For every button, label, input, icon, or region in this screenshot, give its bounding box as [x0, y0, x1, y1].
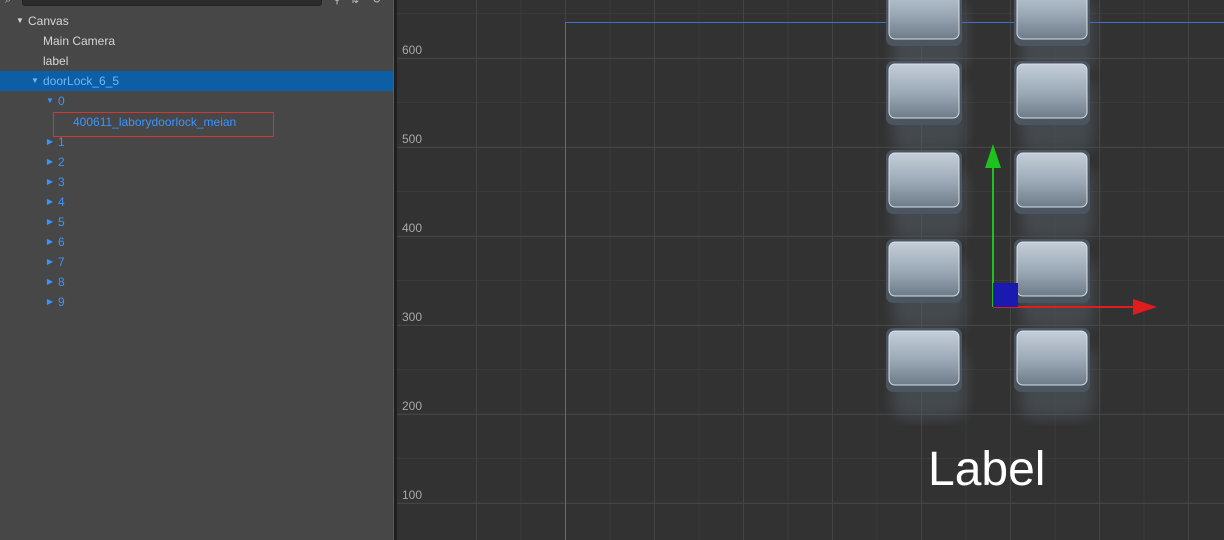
tree-item-label-node[interactable]: label [0, 51, 393, 71]
tree-item-9[interactable]: ▶ 9 [0, 292, 393, 312]
search-icon[interactable]: ⌕ [5, 0, 11, 6]
keypad-button-face [888, 241, 960, 297]
tree-item-label: 5 [58, 215, 65, 229]
tree-item-label: 8 [58, 275, 65, 289]
expand-arrow-icon[interactable]: ▼ [15, 11, 25, 31]
collapsed-arrow-icon[interactable]: ▶ [45, 132, 55, 152]
collapsed-arrow-icon[interactable]: ▶ [45, 152, 55, 172]
keypad-button-face [1016, 63, 1088, 119]
tree-item-label: 0 [58, 94, 65, 108]
ruler-label: 500 [402, 132, 423, 146]
tree-item-3[interactable]: ▶ 3 [0, 172, 393, 192]
search-icon[interactable]: ⚲ [333, 0, 341, 6]
tree-item-6[interactable]: ▶ 6 [0, 232, 393, 252]
collapsed-arrow-icon[interactable]: ▶ [45, 232, 55, 252]
gizmo-x-arrow-icon[interactable] [1133, 299, 1157, 315]
ruler-label: 400 [402, 221, 423, 235]
expand-arrow-icon[interactable]: ▼ [30, 71, 40, 91]
keypad-button-face [1016, 152, 1088, 208]
collapsed-arrow-icon[interactable]: ▶ [45, 252, 55, 272]
collapsed-arrow-icon[interactable]: ▶ [45, 272, 55, 292]
tree-item-2[interactable]: ▶ 2 [0, 152, 393, 172]
collapsed-arrow-icon[interactable]: ▶ [45, 172, 55, 192]
keypad-button-face [888, 63, 960, 119]
collapsed-arrow-icon[interactable]: ▶ [45, 212, 55, 232]
search-bar: ⌕ ⚲ ⇅ ↻ [0, 0, 393, 10]
tree-item-main-camera[interactable]: Main Camera [0, 31, 393, 51]
scene-view[interactable]: 600 500 400 300 200 100 [397, 0, 1224, 540]
ruler-label: 100 [402, 488, 423, 502]
tree-item-label: 3 [58, 175, 65, 189]
sort-icon[interactable]: ⇅ [350, 0, 359, 6]
collapsed-arrow-icon[interactable]: ▶ [45, 192, 55, 212]
tree-item-1[interactable]: ▶ 1 [0, 132, 393, 152]
search-input[interactable] [22, 0, 322, 6]
gizmo-center-handle[interactable] [993, 283, 1018, 307]
tree-item-label: 1 [58, 135, 65, 149]
refresh-icon[interactable]: ↻ [372, 0, 381, 6]
keypad-button-face [888, 152, 960, 208]
keypad-button-face [888, 330, 960, 386]
tree-item-label: 6 [58, 235, 65, 249]
tree-item-7[interactable]: ▶ 7 [0, 252, 393, 272]
tree-item-label: doorLock_6_5 [43, 74, 120, 88]
scene-label-node[interactable]: Label [928, 440, 1045, 500]
tree-item-doorlock[interactable]: ▼ doorLock_6_5 [0, 71, 393, 91]
expand-arrow-icon[interactable]: ▼ [45, 91, 55, 111]
tree-item-label: Main Camera [43, 34, 116, 48]
tree-item-label: label [43, 54, 69, 68]
tree-item-label: 9 [58, 295, 65, 309]
ruler-label: 300 [402, 310, 423, 324]
tree-item-label: Canvas [28, 14, 69, 28]
collapsed-arrow-icon[interactable]: ▶ [45, 292, 55, 312]
keypad-button-face [1016, 330, 1088, 386]
tree-item-0[interactable]: ▼ 0 [0, 91, 393, 111]
keypad-button-face [888, 0, 960, 40]
tree-item-label: 2 [58, 155, 65, 169]
tree-item-4[interactable]: ▶ 4 [0, 192, 393, 212]
hierarchy-panel: ⌕ ⚲ ⇅ ↻ ▼ Canvas Main Camera label ▼ doo… [0, 0, 393, 540]
tree-item-canvas[interactable]: ▼ Canvas [0, 11, 393, 31]
scene-canvas[interactable] [397, 0, 1224, 540]
tree-item-label: 4 [58, 195, 65, 209]
keypad-button-face [1016, 241, 1088, 297]
keypad-button-face [1016, 0, 1088, 40]
tree-item-label: 7 [58, 255, 65, 269]
keypad-sprite[interactable] [886, 0, 1094, 418]
ruler-label: 600 [402, 43, 423, 57]
tree-item-5[interactable]: ▶ 5 [0, 212, 393, 232]
tree-item-8[interactable]: ▶ 8 [0, 272, 393, 292]
ruler-label: 200 [402, 399, 423, 413]
